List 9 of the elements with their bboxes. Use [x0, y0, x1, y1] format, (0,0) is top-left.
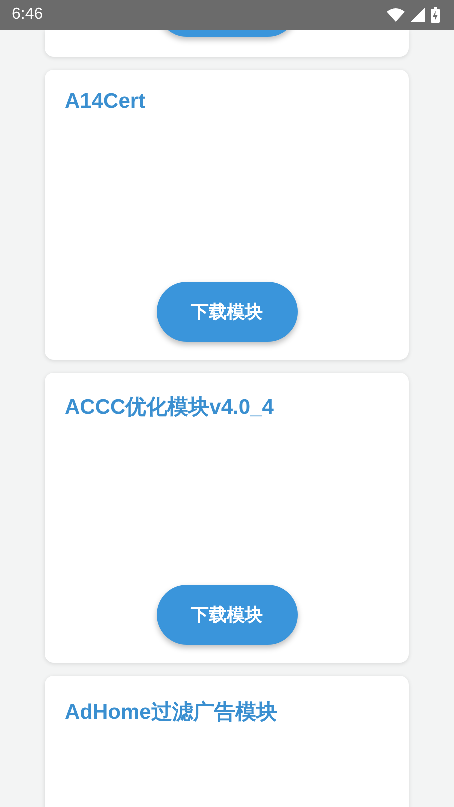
battery-icon: [431, 7, 440, 23]
signal-icon: [411, 8, 425, 22]
module-title: ACCC优化模块v4.0_4: [65, 395, 275, 421]
download-button[interactable]: 下载模块: [156, 282, 298, 342]
wifi-icon: [387, 8, 405, 22]
module-title: A14Cert: [65, 90, 147, 114]
module-title: AdHome过滤广告模块: [65, 700, 278, 726]
download-button[interactable]: 下载模块: [156, 585, 298, 645]
clock-time: 6:46: [12, 6, 44, 24]
